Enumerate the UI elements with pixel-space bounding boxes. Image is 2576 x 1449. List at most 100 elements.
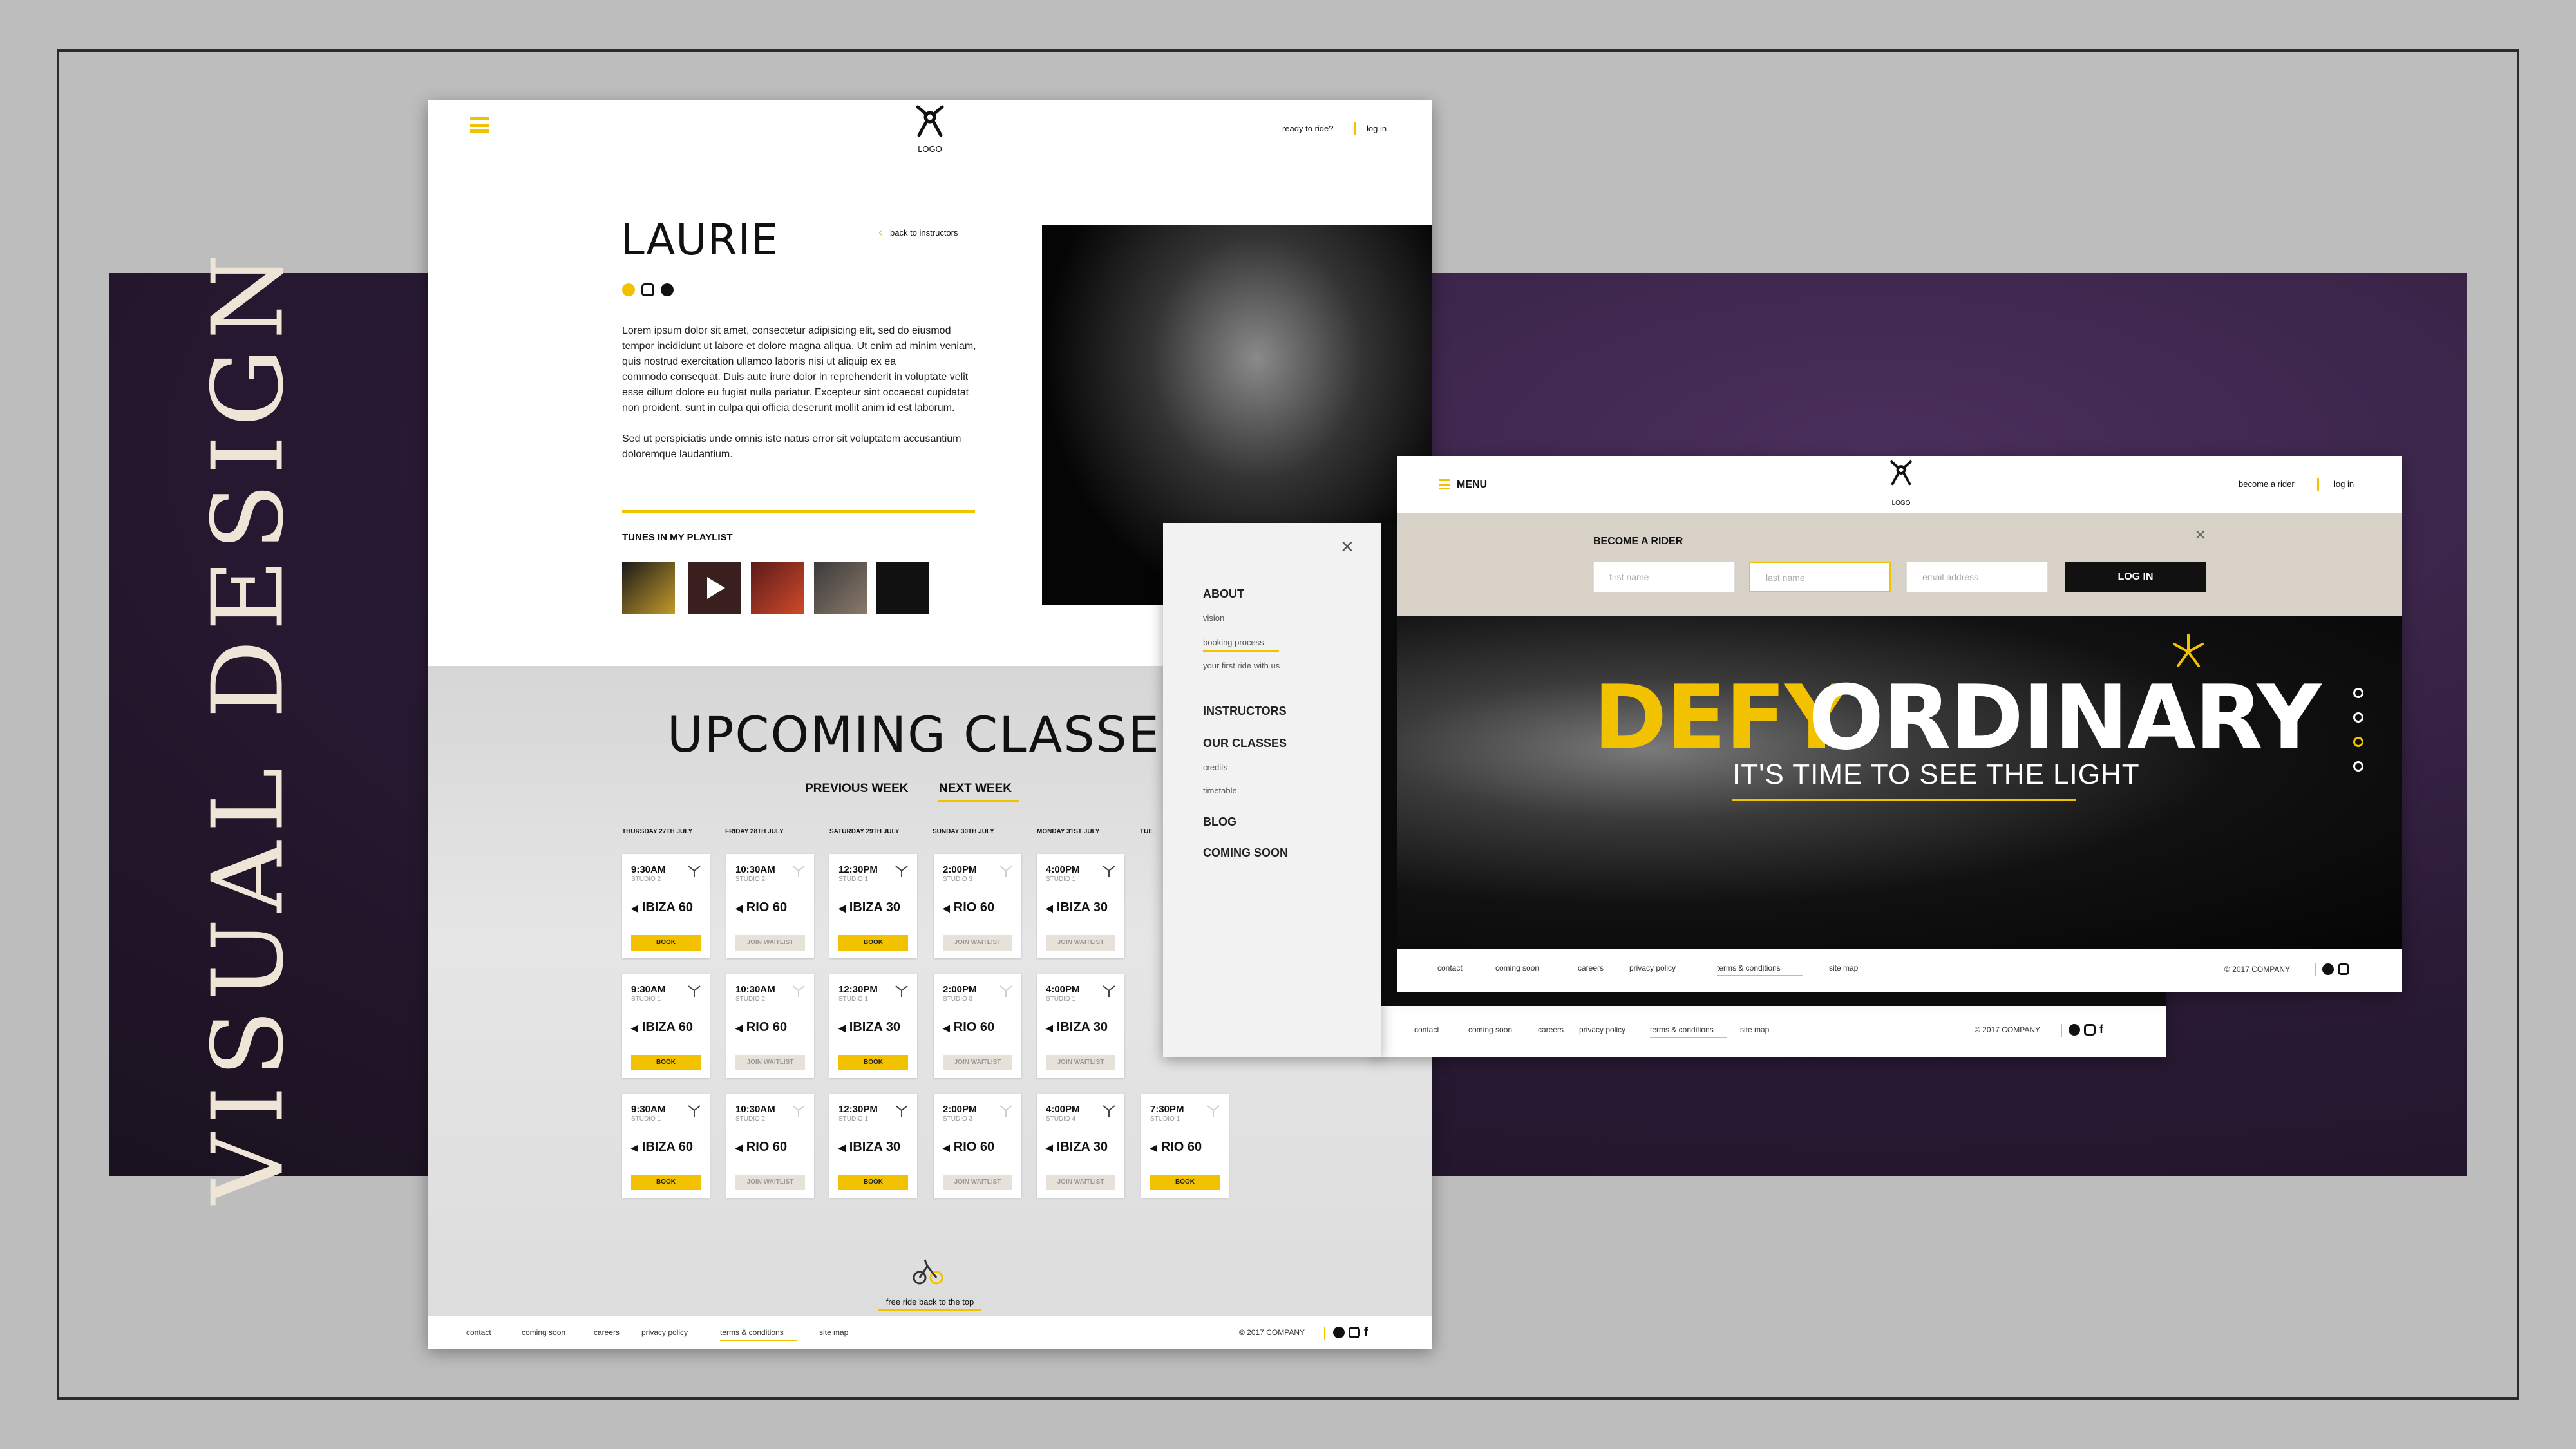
previous-week-link[interactable]: PREVIOUS WEEK — [805, 782, 908, 796]
book-button[interactable]: BOOK — [838, 1175, 908, 1190]
album-cover[interactable] — [622, 562, 675, 614]
logo-icon[interactable] — [914, 104, 946, 139]
class-card[interactable]: 10:30AM STUDIO 2 ◀ RIO 60 JOIN WAITLIST — [726, 854, 814, 958]
join-waitlist-button[interactable]: JOIN WAITLIST — [735, 1175, 805, 1190]
footer-link[interactable]: coming soon — [1495, 963, 1539, 972]
footer-link[interactable]: privacy policy — [641, 1328, 688, 1337]
class-card[interactable]: 9:30AM STUDIO 2 ◀ IBIZA 60 BOOK — [622, 854, 710, 958]
instagram-icon[interactable] — [1349, 1327, 1360, 1338]
menu-subitem-vision[interactable]: vision — [1203, 613, 1224, 623]
footer-link[interactable]: contact — [1414, 1025, 1439, 1034]
book-button[interactable]: BOOK — [631, 935, 701, 951]
footer-link[interactable]: contact — [1437, 963, 1463, 972]
book-button[interactable]: BOOK — [838, 935, 908, 951]
footer-link[interactable]: terms & conditions — [1650, 1025, 1714, 1034]
join-waitlist-button[interactable]: JOIN WAITLIST — [943, 1175, 1012, 1190]
join-waitlist-button[interactable]: JOIN WAITLIST — [1046, 1055, 1115, 1070]
class-card[interactable]: 7:30PM STUDIO 1 ◀ RIO 60 BOOK — [1141, 1094, 1229, 1198]
back-to-top-link[interactable]: free ride back to the top — [428, 1297, 1432, 1307]
menu-item-instructors[interactable]: INSTRUCTORS — [1203, 705, 1287, 718]
class-card[interactable]: 4:00PM STUDIO 4 ◀ IBIZA 30 JOIN WAITLIST — [1037, 1094, 1124, 1198]
footer-link[interactable]: careers — [594, 1328, 620, 1337]
footer-link[interactable]: privacy policy — [1579, 1025, 1625, 1034]
instagram-icon[interactable] — [641, 283, 654, 296]
play-icon[interactable] — [688, 562, 741, 614]
carousel-dot[interactable] — [2353, 712, 2363, 723]
class-card[interactable]: 2:00PM STUDIO 3 ◀ RIO 60 JOIN WAITLIST — [934, 854, 1021, 958]
close-icon[interactable]: × — [1341, 535, 1354, 560]
footer-link[interactable]: contact — [466, 1328, 491, 1337]
menu-item-coming-soon[interactable]: COMING SOON — [1203, 846, 1288, 860]
instagram-icon[interactable] — [2084, 1024, 2096, 1036]
book-button[interactable]: BOOK — [1150, 1175, 1220, 1190]
footer-link[interactable]: site map — [1740, 1025, 1769, 1034]
email-field[interactable]: email address — [1906, 562, 2048, 592]
book-button[interactable]: BOOK — [631, 1055, 701, 1070]
class-card[interactable]: 12:30PM STUDIO 1 ◀ IBIZA 30 BOOK — [829, 1094, 917, 1198]
carousel-dot[interactable] — [2353, 688, 2363, 698]
class-card[interactable]: 9:30AM STUDIO 1 ◀ IBIZA 60 BOOK — [622, 974, 710, 1078]
last-name-field[interactable]: last name — [1749, 562, 1891, 592]
close-icon[interactable]: × — [2195, 524, 2206, 546]
join-waitlist-button[interactable]: JOIN WAITLIST — [735, 935, 805, 951]
next-week-link[interactable]: NEXT WEEK — [939, 782, 1012, 796]
footer-link[interactable]: privacy policy — [1629, 963, 1676, 972]
facebook-icon[interactable]: f — [2099, 1023, 2103, 1036]
facebook-icon[interactable]: f — [1364, 1325, 1368, 1339]
album-cover[interactable] — [814, 562, 867, 614]
footer-link[interactable]: careers — [1538, 1025, 1564, 1034]
album-cover[interactable] — [876, 562, 929, 614]
menu-item-our-classes[interactable]: OUR CLASSES — [1203, 737, 1287, 750]
carousel-dot-active[interactable] — [2353, 737, 2363, 747]
menu-hamburger-icon[interactable] — [1439, 479, 1450, 489]
class-card[interactable]: 4:00PM STUDIO 1 ◀ IBIZA 30 JOIN WAITLIST — [1037, 974, 1124, 1078]
logo-icon[interactable] — [1888, 460, 1914, 487]
carousel-dot[interactable] — [2353, 761, 2363, 772]
login-button[interactable]: LOG IN — [2065, 562, 2206, 592]
album-cover[interactable] — [751, 562, 804, 614]
book-button[interactable]: BOOK — [631, 1175, 701, 1190]
menu-subitem-timetable[interactable]: timetable — [1203, 786, 1237, 795]
class-card[interactable]: 9:30AM STUDIO 1 ◀ IBIZA 60 BOOK — [622, 1094, 710, 1198]
join-waitlist-button[interactable]: JOIN WAITLIST — [1046, 935, 1115, 951]
menu-item-about[interactable]: ABOUT — [1203, 587, 1244, 601]
footer-link[interactable]: coming soon — [522, 1328, 565, 1337]
class-card[interactable]: 2:00PM STUDIO 3 ◀ RIO 60 JOIN WAITLIST — [934, 1094, 1021, 1198]
menu-subitem-booking-process[interactable]: booking process — [1203, 638, 1264, 647]
first-name-field[interactable]: first name — [1593, 562, 1735, 592]
instagram-icon[interactable] — [2338, 963, 2349, 975]
footer-link[interactable]: terms & conditions — [720, 1328, 784, 1337]
hamburger-icon[interactable] — [470, 117, 489, 133]
class-card[interactable]: 10:30AM STUDIO 2 ◀ RIO 60 JOIN WAITLIST — [726, 1094, 814, 1198]
menu-subitem-first-ride[interactable]: your first ride with us — [1203, 661, 1280, 670]
log-in-link[interactable]: log in — [2334, 479, 2354, 489]
back-to-instructors-link[interactable]: back to instructors — [890, 228, 958, 238]
footer-link[interactable]: terms & conditions — [1717, 963, 1781, 972]
footer-link[interactable]: careers — [1578, 963, 1604, 972]
menu-item-blog[interactable]: BLOG — [1203, 815, 1236, 829]
join-waitlist-button[interactable]: JOIN WAITLIST — [1046, 1175, 1115, 1190]
menu-button[interactable]: MENU — [1457, 479, 1487, 491]
ready-to-ride-link[interactable]: ready to ride? — [1282, 124, 1334, 133]
join-waitlist-button[interactable]: JOIN WAITLIST — [943, 935, 1012, 951]
menu-subitem-credits[interactable]: credits — [1203, 762, 1227, 772]
class-card[interactable]: 4:00PM STUDIO 1 ◀ IBIZA 30 JOIN WAITLIST — [1037, 854, 1124, 958]
join-waitlist-button[interactable]: JOIN WAITLIST — [735, 1055, 805, 1070]
twitter-icon[interactable] — [1333, 1327, 1345, 1338]
footer-link[interactable]: site map — [819, 1328, 848, 1337]
footer-link[interactable]: site map — [1829, 963, 1858, 972]
footer-link[interactable]: coming soon — [1468, 1025, 1512, 1034]
become-rider-link[interactable]: become a rider — [2239, 479, 2295, 489]
twitter-icon[interactable] — [2069, 1024, 2080, 1036]
class-card[interactable]: 2:00PM STUDIO 3 ◀ RIO 60 JOIN WAITLIST — [934, 974, 1021, 1078]
bike-icon[interactable] — [912, 1253, 944, 1285]
book-button[interactable]: BOOK — [838, 1055, 908, 1070]
join-waitlist-button[interactable]: JOIN WAITLIST — [943, 1055, 1012, 1070]
chevron-left-icon[interactable]: ‹ — [878, 225, 883, 240]
class-card[interactable]: 12:30PM STUDIO 1 ◀ IBIZA 30 BOOK — [829, 854, 917, 958]
twitter-icon[interactable] — [622, 283, 635, 296]
class-card[interactable]: 10:30AM STUDIO 2 ◀ RIO 60 JOIN WAITLIST — [726, 974, 814, 1078]
class-card[interactable]: 12:30PM STUDIO 1 ◀ IBIZA 30 BOOK — [829, 974, 917, 1078]
album-cover[interactable] — [688, 562, 741, 614]
log-in-link[interactable]: log in — [1367, 124, 1387, 133]
